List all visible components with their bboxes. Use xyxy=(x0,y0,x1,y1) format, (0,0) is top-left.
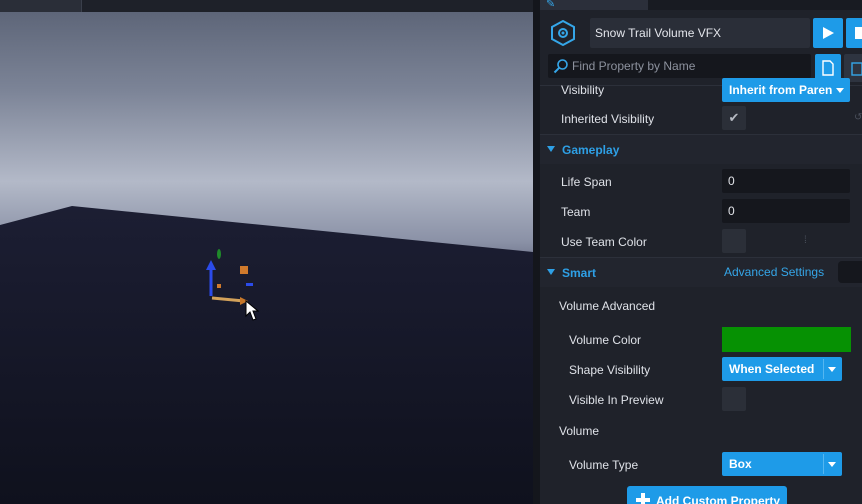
life-span-field[interactable]: 0 xyxy=(722,169,850,193)
visible-in-preview-label: Visible In Preview xyxy=(569,393,664,407)
panel-divider[interactable] xyxy=(533,0,540,504)
team-label: Team xyxy=(561,205,591,219)
section-gameplay[interactable]: Gameplay xyxy=(540,134,862,164)
paste-icon xyxy=(851,62,862,76)
shape-visibility-label: Shape Visibility xyxy=(569,363,651,377)
divider-tick-icon: ⁞ xyxy=(804,235,807,246)
visibility-label: Visibility xyxy=(561,83,605,97)
play-button[interactable] xyxy=(813,18,843,48)
volume-type-dropdown[interactable]: Box xyxy=(722,452,842,476)
volume-color-swatch[interactable] xyxy=(722,327,851,352)
plus-icon xyxy=(636,493,650,504)
advanced-settings-link[interactable]: Advanced Settings xyxy=(724,265,824,279)
dropdown-separator xyxy=(823,454,824,474)
copy-icon xyxy=(822,60,834,76)
inherited-visibility-checkbox[interactable]: ✔ xyxy=(722,106,746,130)
row-volume-header: Volume xyxy=(540,417,862,447)
chevron-down-icon xyxy=(828,462,836,467)
row-life-span: Life Span 0 xyxy=(540,167,862,197)
properties-panel: ✎ Snow Trail Volume VFX Find Property by… xyxy=(540,0,862,504)
section-smart[interactable]: Smart Advanced Settings xyxy=(540,257,862,287)
cursor-icon xyxy=(245,300,259,321)
section-smart-title: Smart xyxy=(562,266,597,280)
reset-icon[interactable]: ↺ xyxy=(854,112,862,123)
dropdown-separator xyxy=(823,359,824,379)
object-name-field[interactable]: Snow Trail Volume VFX xyxy=(590,18,810,48)
volume-title: Volume xyxy=(559,424,600,438)
row-visible-in-preview: Visible In Preview xyxy=(540,385,862,415)
chevron-down-icon xyxy=(836,88,844,93)
properties-tab-icon: ✎ xyxy=(546,0,556,10)
volume-type-value: Box xyxy=(729,457,752,471)
volume-color-label: Volume Color xyxy=(569,333,642,347)
search-icon xyxy=(553,59,568,74)
row-use-team-color: Use Team Color ⁞ xyxy=(540,227,862,257)
play-icon xyxy=(823,27,834,39)
advanced-settings-toggle[interactable] xyxy=(838,261,862,283)
scene-ground xyxy=(0,206,533,504)
team-field[interactable]: 0 xyxy=(722,199,850,223)
life-span-label: Life Span xyxy=(561,175,612,189)
shape-visibility-value: When Selected xyxy=(729,362,815,376)
row-volume-advanced-header: Volume Advanced xyxy=(540,292,862,322)
visibility-dropdown[interactable]: Inherit from Paren xyxy=(722,78,850,102)
shape-visibility-dropdown[interactable]: When Selected xyxy=(722,357,842,381)
inherited-visibility-label: Inherited Visibility xyxy=(561,112,655,126)
stop-icon xyxy=(855,27,862,39)
add-custom-property-label: Add Custom Property xyxy=(656,494,781,504)
use-team-color-label: Use Team Color xyxy=(561,235,647,249)
section-gameplay-title: Gameplay xyxy=(562,143,620,157)
transform-gizmo-icon[interactable] xyxy=(198,246,258,306)
chevron-down-icon xyxy=(828,367,836,372)
row-volume-color: Volume Color xyxy=(540,325,862,355)
search-input[interactable] xyxy=(572,57,807,75)
use-team-color-checkbox[interactable] xyxy=(722,229,746,253)
viewport-3d[interactable] xyxy=(0,0,533,504)
row-volume-type: Volume Type Box xyxy=(540,450,862,480)
row-team: Team 0 xyxy=(540,197,862,227)
volume-advanced-title: Volume Advanced xyxy=(559,299,656,313)
visible-in-preview-checkbox[interactable] xyxy=(722,387,746,411)
row-visibility: Visibility Inherit from Paren xyxy=(540,75,862,105)
collapse-arrow-icon xyxy=(547,269,555,275)
object-icon xyxy=(551,20,575,46)
checkmark-icon: ✔ xyxy=(728,110,740,125)
tab-properties[interactable]: ✎ xyxy=(540,0,648,10)
collapse-arrow-icon xyxy=(547,146,555,152)
row-inherited-visibility: Inherited Visibility ✔ ↺ xyxy=(540,104,862,134)
volume-type-label: Volume Type xyxy=(569,458,639,472)
visibility-value: Inherit from Paren xyxy=(729,83,833,97)
panel-tab-strip: ✎ xyxy=(540,0,862,10)
add-custom-property-button[interactable]: Add Custom Property xyxy=(627,486,787,504)
row-shape-visibility: Shape Visibility When Selected xyxy=(540,355,862,385)
stop-button[interactable] xyxy=(846,18,862,48)
ground-plane xyxy=(0,206,533,504)
